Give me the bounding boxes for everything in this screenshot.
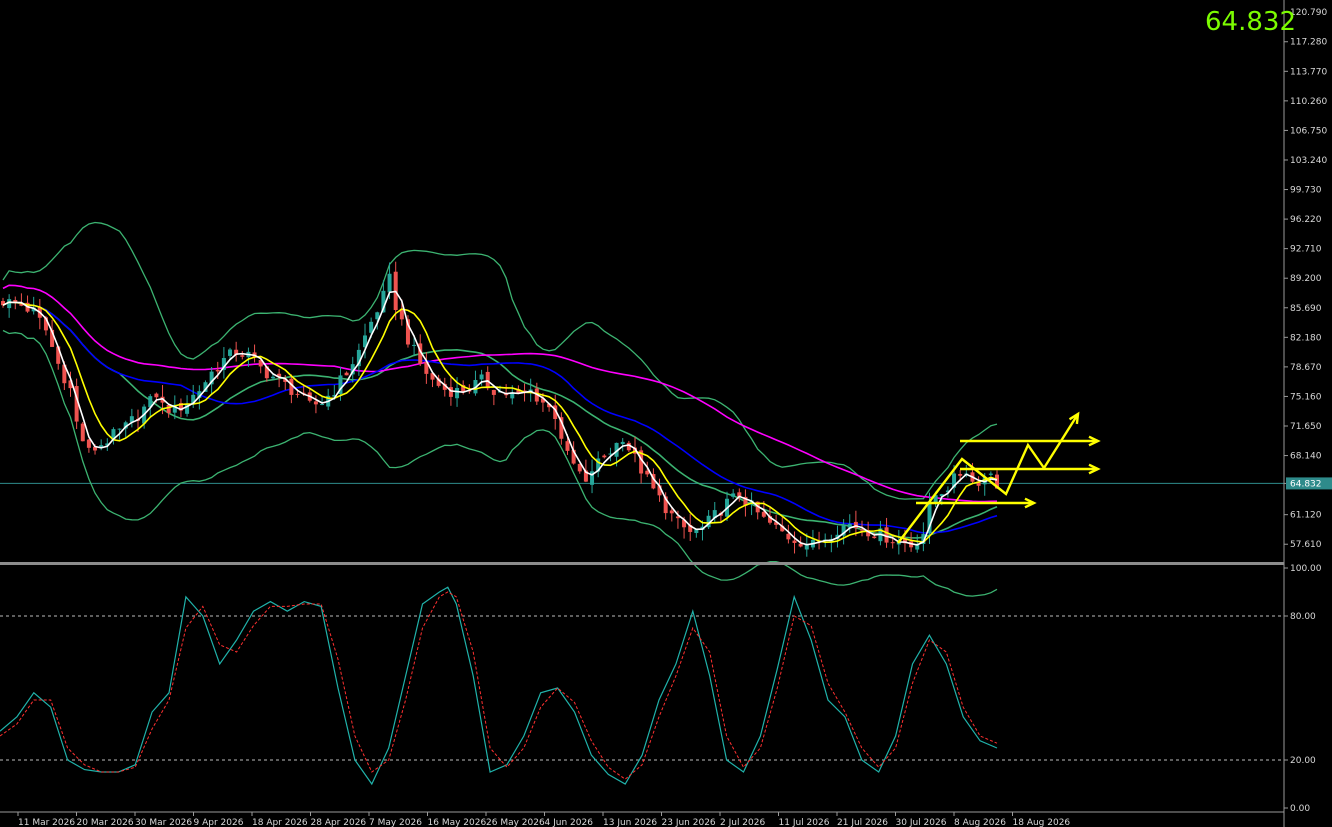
last-price-tag-label: 64.832 <box>1290 479 1322 489</box>
candle-body <box>228 349 233 356</box>
candle-body <box>240 355 245 357</box>
candle-body <box>792 540 797 543</box>
candle-body <box>669 510 674 514</box>
candle-body <box>620 441 625 445</box>
candle-body <box>565 441 570 451</box>
price-tick-label: 85.690 <box>1290 304 1322 314</box>
time-tick-label: 9 Apr 2026 <box>194 818 244 827</box>
candle-body <box>786 533 791 540</box>
candle-body <box>117 428 122 430</box>
time-tick-label: 30 Jul 2026 <box>896 818 947 827</box>
price-tick-label: 99.730 <box>1290 186 1322 196</box>
time-tick-label: 18 Apr 2026 <box>252 818 308 827</box>
price-tick-label: 61.120 <box>1290 511 1322 521</box>
candle-body <box>958 473 963 476</box>
stoch-tick-label: 0.00 <box>1290 804 1310 814</box>
time-tick-label: 8 Aug 2026 <box>954 818 1006 827</box>
time-tick-label: 11 Mar 2026 <box>18 818 75 827</box>
candle-body <box>602 455 607 458</box>
price-tick-label: 71.650 <box>1290 422 1322 432</box>
price-chart[interactable]: 120.790117.280113.770110.260106.750103.2… <box>0 0 1332 827</box>
candle-body <box>387 273 392 293</box>
candle-body <box>166 404 171 413</box>
time-tick-label: 4 Jun 2026 <box>545 818 594 827</box>
candle-body <box>491 390 496 395</box>
candle-body <box>86 439 91 448</box>
stoch-tick-label: 100.00 <box>1290 564 1322 574</box>
price-tick-label: 96.220 <box>1290 215 1322 225</box>
price-tick-label: 110.260 <box>1290 97 1327 107</box>
candle-body <box>890 542 895 544</box>
time-tick-label: 7 May 2026 <box>369 818 422 827</box>
time-tick-label: 23 Jun 2026 <box>662 818 716 827</box>
candle-body <box>884 527 889 543</box>
candle-body <box>455 387 460 399</box>
stoch-tick-label: 80.00 <box>1290 612 1316 622</box>
last-price-display: 64.832 <box>1205 7 1296 37</box>
price-tick-label: 68.140 <box>1290 452 1322 462</box>
price-tick-label: 78.670 <box>1290 363 1322 373</box>
candle-body <box>154 393 159 398</box>
price-tick-label: 57.610 <box>1290 540 1322 550</box>
candle-body <box>860 529 865 531</box>
time-tick-label: 30 Mar 2026 <box>135 818 192 827</box>
candle-body <box>270 376 275 379</box>
candle-body <box>80 423 85 442</box>
price-tick-label: 103.240 <box>1290 156 1327 166</box>
time-tick-label: 20 Mar 2026 <box>77 818 134 827</box>
candle-body <box>872 536 877 539</box>
price-tick-label: 82.180 <box>1290 333 1322 343</box>
price-tick-label: 89.200 <box>1290 274 1322 284</box>
price-tick-label: 113.770 <box>1290 67 1327 77</box>
candle-body <box>320 404 325 406</box>
time-tick-label: 13 Jun 2026 <box>603 818 657 827</box>
candle-body <box>412 344 417 346</box>
time-tick-label: 21 Jul 2026 <box>837 818 888 827</box>
candle-body <box>215 370 220 372</box>
time-tick-label: 18 Aug 2026 <box>1013 818 1071 827</box>
time-tick-label: 26 May 2026 <box>486 818 545 827</box>
time-tick-label: 28 Apr 2026 <box>311 818 367 827</box>
price-tick-label: 117.280 <box>1290 38 1327 48</box>
price-tick-label: 92.710 <box>1290 245 1322 255</box>
candle-body <box>313 401 318 405</box>
time-tick-label: 16 May 2026 <box>428 818 487 827</box>
candle-body <box>295 393 300 395</box>
price-tick-label: 106.750 <box>1290 126 1327 136</box>
price-tick-label: 75.160 <box>1290 392 1322 402</box>
candle-body <box>988 473 993 475</box>
candle-body <box>344 372 349 376</box>
chart-background <box>0 0 1332 827</box>
time-tick-label: 11 Jul 2026 <box>779 818 830 827</box>
candle-body <box>479 374 484 380</box>
time-tick-label: 2 Jul 2026 <box>720 818 765 827</box>
candle-body <box>731 493 736 497</box>
stoch-tick-label: 20.00 <box>1290 756 1316 766</box>
